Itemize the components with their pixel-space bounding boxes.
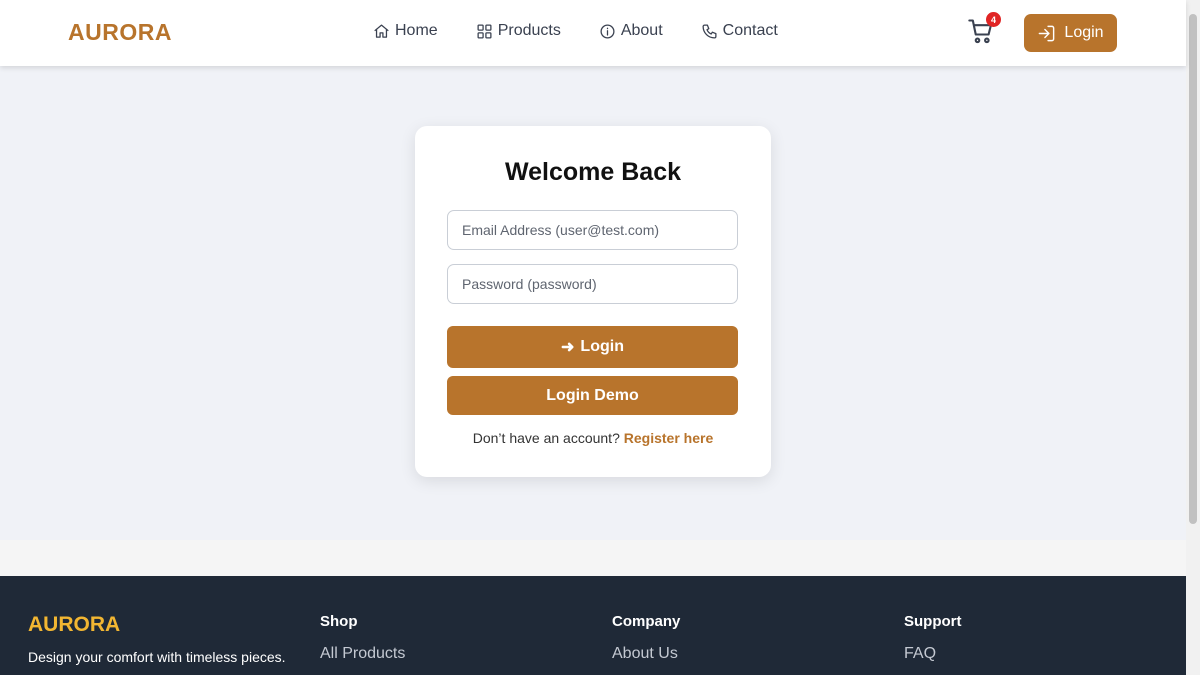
login-icon: [1039, 25, 1055, 41]
grid-icon: [477, 23, 492, 39]
email-input[interactable]: [447, 210, 738, 250]
footer-heading: Shop: [320, 613, 358, 630]
page-bottom-band: [0, 540, 1186, 576]
footer-logo[interactable]: AURORA: [28, 613, 120, 637]
nav-home[interactable]: Home: [373, 22, 438, 40]
header-login-label: Login: [1064, 24, 1104, 41]
password-input[interactable]: [447, 264, 738, 304]
register-link[interactable]: Register here: [624, 430, 713, 446]
nav-products-label: Products: [497, 22, 561, 39]
info-icon: [600, 23, 615, 39]
nav-about-label: About: [620, 22, 663, 39]
login-title: Welcome Back: [504, 158, 681, 186]
footer: AURORA Design your comfort with timeless…: [0, 576, 1186, 675]
footer-link-all-products[interactable]: All Products: [320, 645, 405, 663]
login-submit-label: Login: [580, 338, 624, 355]
register-prompt: Don’t have an account? Register here: [415, 430, 771, 446]
footer-link-faq[interactable]: FAQ: [904, 645, 962, 663]
home-icon: [374, 23, 389, 38]
brand-logo[interactable]: AURORA: [68, 19, 172, 46]
cart-count-badge: 4: [986, 12, 1001, 27]
nav-contact[interactable]: Contact: [701, 22, 778, 40]
nav-contact-label: Contact: [722, 22, 778, 39]
scrollbar-thumb[interactable]: [1189, 14, 1197, 524]
footer-column-shop: Shop All Products: [320, 613, 405, 663]
footer-heading: Support: [904, 613, 962, 630]
footer-heading: Company: [612, 613, 681, 630]
main-nav: Home Products About Contact: [373, 22, 816, 40]
page-scrollbar[interactable]: [1186, 0, 1200, 675]
footer-tagline: Design your comfort with timeless pieces…: [28, 649, 286, 665]
register-prompt-text: Don’t have an account?: [472, 430, 620, 446]
nav-about[interactable]: About: [599, 22, 663, 40]
phone-icon: [702, 23, 717, 39]
header-login-button[interactable]: Login: [1024, 14, 1117, 52]
login-submit-button[interactable]: ➜ Login: [447, 326, 738, 368]
nav-home-label: Home: [395, 22, 438, 39]
login-demo-button[interactable]: Login Demo: [447, 376, 738, 415]
cart-button[interactable]: 4: [967, 12, 1001, 47]
nav-products[interactable]: Products: [476, 22, 561, 40]
footer-link-about-us[interactable]: About Us: [612, 645, 680, 663]
login-demo-label: Login Demo: [546, 386, 639, 404]
login-card: Welcome Back ➜ Login Login Demo Don’t ha…: [415, 126, 771, 477]
arrow-right-icon: ➜: [561, 339, 575, 356]
footer-column-support: Support FAQ: [904, 613, 962, 663]
footer-column-company: Company About Us: [612, 613, 680, 663]
top-navbar: AURORA Home Products About Contact 4 Log…: [0, 0, 1186, 66]
